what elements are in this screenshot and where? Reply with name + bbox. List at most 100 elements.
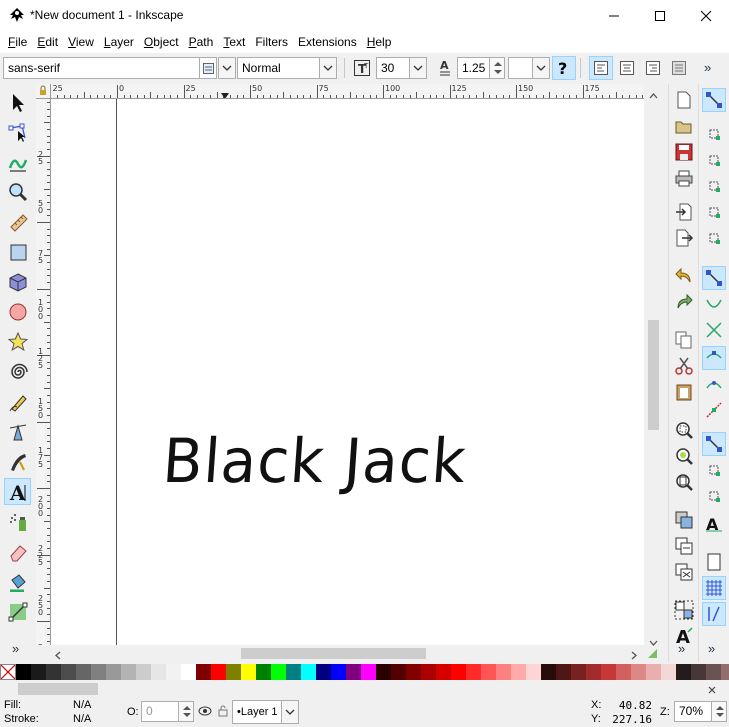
zoom-field[interactable]: 70% — [674, 701, 712, 722]
palette-swatch[interactable] — [436, 664, 451, 680]
palette-scroll-track[interactable] — [0, 681, 729, 697]
palette-swatch[interactable] — [601, 664, 616, 680]
snap-grid-button[interactable] — [702, 576, 726, 600]
tool-paint-bucket[interactable] — [4, 568, 31, 595]
tool-pen[interactable] — [4, 418, 31, 445]
palette-swatch[interactable] — [586, 664, 601, 680]
vertical-ruler[interactable]: 2 5 5 0 7 5 1 0 0 1 2 5 1 5 0 1 7 5 2 0 0 2 2 5 2… — [36, 99, 51, 645]
palette-swatch[interactable] — [361, 664, 376, 680]
scroll-right-icon[interactable] — [631, 649, 637, 663]
palette-swatch[interactable] — [166, 664, 181, 680]
command-zoom-page[interactable] — [672, 470, 696, 494]
stroke-value[interactable]: N/A — [73, 713, 91, 725]
tool-pencil[interactable] — [4, 388, 31, 415]
snap-path-button[interactable] — [702, 292, 726, 316]
palette-swatch[interactable] — [91, 664, 106, 680]
vertical-scrollbar[interactable] — [645, 84, 662, 646]
palette-scroll-thumb[interactable] — [18, 683, 98, 695]
palette-swatch[interactable] — [541, 664, 556, 680]
menu-text[interactable]: Text — [218, 35, 250, 49]
scroll-left-icon[interactable] — [55, 649, 61, 663]
snap-bbox-corner-button[interactable] — [702, 174, 726, 198]
align-center-button[interactable] — [615, 56, 639, 80]
font-family-combo[interactable]: sans-serif — [3, 57, 200, 79]
menu-filters[interactable]: Filters — [250, 35, 293, 49]
palette-swatch[interactable] — [136, 664, 151, 680]
snap-cusp-nodes-button[interactable] — [702, 346, 726, 370]
tool-text[interactable]: A — [4, 478, 31, 505]
tool-selector[interactable] — [4, 88, 31, 115]
palette-swatch[interactable] — [481, 664, 496, 680]
menu-view[interactable]: View — [63, 35, 99, 49]
toolbox-overflow-button[interactable]: » — [12, 641, 19, 656]
palette-swatch[interactable] — [721, 664, 729, 680]
palette-swatch[interactable] — [646, 664, 661, 680]
tool-ellipse[interactable] — [4, 298, 31, 325]
palette-swatch[interactable] — [706, 664, 721, 680]
snap-guide-button[interactable] — [702, 602, 726, 626]
command-import[interactable] — [672, 200, 696, 224]
align-left-button[interactable] — [589, 56, 613, 80]
palette-swatch[interactable] — [151, 664, 166, 680]
palette-swatch[interactable] — [286, 664, 301, 680]
font-size-combo[interactable]: 30 — [376, 57, 410, 79]
tool-eraser[interactable] — [4, 538, 31, 565]
snap-others-button[interactable] — [702, 432, 726, 456]
palette-swatch[interactable] — [46, 664, 61, 680]
palette-swatch[interactable] — [61, 664, 76, 680]
tool-measure[interactable] — [4, 208, 31, 235]
unset-spacing-button[interactable]: ? — [552, 56, 576, 80]
palette-swatch[interactable] — [691, 664, 706, 680]
command-unlink-clone[interactable] — [672, 560, 696, 584]
snap-bbox-button[interactable] — [702, 122, 726, 146]
command-zoom-drawing[interactable] — [672, 444, 696, 468]
tool-calligraphy[interactable] — [4, 448, 31, 475]
menu-path[interactable]: Path — [184, 35, 219, 49]
justify-button[interactable] — [667, 56, 691, 80]
ruler-corner[interactable] — [36, 84, 51, 99]
command-redo[interactable] — [672, 290, 696, 314]
current-layer-combo[interactable]: •Layer 1 — [232, 700, 282, 724]
command-duplicate[interactable] — [672, 508, 696, 532]
command-export[interactable] — [672, 226, 696, 250]
palette-swatch[interactable] — [661, 664, 676, 680]
palette-swatch[interactable] — [511, 664, 526, 680]
tool-star[interactable] — [4, 328, 31, 355]
canvas-text-object[interactable]: Black Jack — [161, 425, 469, 496]
palette-swatch[interactable] — [181, 664, 196, 680]
snap-smooth-nodes-button[interactable] — [702, 372, 726, 396]
line-spacing-unit-dropdown[interactable] — [532, 57, 550, 79]
palette-swatch[interactable] — [346, 664, 361, 680]
align-right-button[interactable] — [641, 56, 665, 80]
command-print[interactable] — [672, 166, 696, 190]
tool-rectangle[interactable] — [4, 238, 31, 265]
toolbar-overflow-button[interactable]: » — [704, 60, 711, 75]
palette-swatch[interactable] — [556, 664, 571, 680]
cms-toggle-icon[interactable] — [646, 647, 659, 663]
palette-swatch[interactable] — [421, 664, 436, 680]
palette-swatch[interactable] — [571, 664, 586, 680]
palette-swatch[interactable] — [31, 664, 46, 680]
tool-zoom[interactable] — [4, 178, 31, 205]
fill-value[interactable]: N/A — [73, 699, 91, 711]
zoom-stepper[interactable] — [711, 701, 727, 722]
command-copy[interactable] — [672, 328, 696, 352]
menu-object[interactable]: Object — [139, 35, 184, 49]
close-button[interactable] — [683, 0, 729, 31]
opacity-field[interactable]: 0 — [141, 701, 179, 722]
maximize-button[interactable] — [637, 0, 683, 31]
tool-spray[interactable] — [4, 508, 31, 535]
snap-overflow-button[interactable]: » — [708, 641, 715, 656]
tool-spiral[interactable] — [4, 358, 31, 385]
palette-swatch[interactable] — [106, 664, 121, 680]
command-zoom-selection[interactable] — [672, 418, 696, 442]
palette-swatch[interactable] — [226, 664, 241, 680]
command-open[interactable] — [672, 114, 696, 138]
vertical-scroll-thumb[interactable] — [648, 320, 659, 430]
palette-swatch[interactable] — [451, 664, 466, 680]
snap-nodes-button[interactable] — [702, 266, 726, 290]
palette-swatch[interactable] — [331, 664, 346, 680]
layer-dropdown-button[interactable] — [281, 700, 299, 724]
snap-bbox-edge-button[interactable] — [702, 148, 726, 172]
line-spacing-stepper[interactable] — [489, 57, 505, 79]
